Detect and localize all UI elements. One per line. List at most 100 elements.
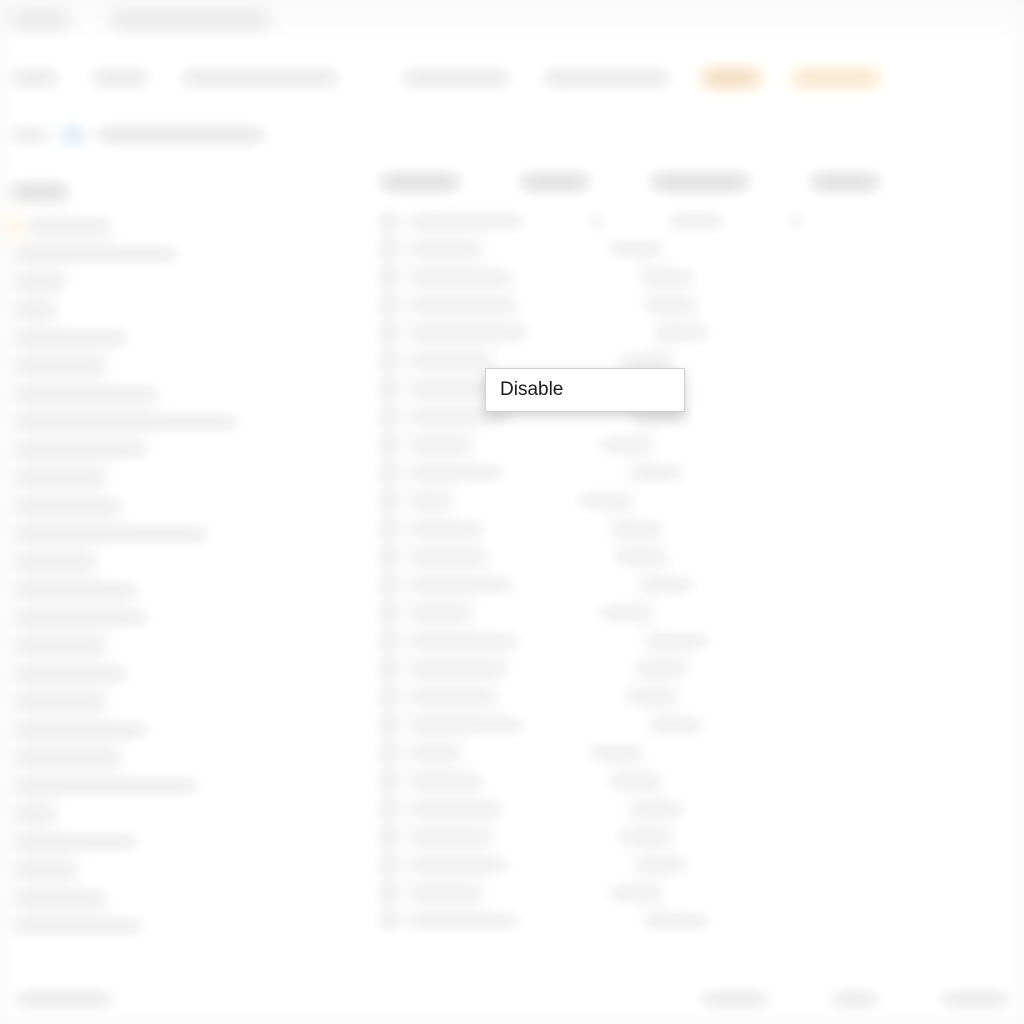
status-right1	[830, 993, 880, 1005]
sidebar-item-label	[10, 612, 150, 624]
sidebar-item[interactable]	[10, 553, 300, 571]
table-row[interactable]	[380, 295, 1024, 315]
row-icon	[380, 381, 396, 397]
sidebar-item[interactable]	[10, 273, 300, 291]
cell	[606, 775, 666, 787]
table-row[interactable]	[380, 715, 1024, 735]
table-row[interactable]	[380, 211, 1024, 231]
table-row[interactable]	[380, 491, 1024, 511]
sidebar-item[interactable]	[10, 217, 300, 235]
table-row[interactable]	[380, 239, 1024, 259]
table-row[interactable]	[380, 323, 1024, 343]
row-icon	[380, 437, 396, 453]
row-icon	[380, 241, 396, 257]
sidebar-item[interactable]	[10, 917, 300, 935]
cell	[406, 607, 476, 619]
sidebar-item-label	[10, 724, 150, 736]
table-row[interactable]	[380, 743, 1024, 763]
row-icon	[380, 633, 396, 649]
sidebar-item[interactable]	[10, 385, 300, 403]
cell	[616, 355, 676, 367]
cell	[606, 243, 666, 255]
toolbar-item[interactable]	[10, 69, 60, 87]
table-row[interactable]	[380, 771, 1024, 791]
cell	[576, 495, 636, 507]
sidebar-item-label	[10, 780, 200, 792]
cell	[596, 607, 656, 619]
active-marker-icon	[10, 218, 14, 234]
cell	[406, 243, 486, 255]
sidebar-item[interactable]	[10, 469, 300, 487]
sidebar-item[interactable]	[10, 525, 300, 543]
sidebar-item[interactable]	[10, 301, 300, 319]
column-header[interactable]	[520, 175, 590, 189]
cell	[406, 439, 476, 451]
toolbar-item[interactable]	[541, 69, 671, 87]
row-icon	[380, 297, 396, 313]
breadcrumb-segment[interactable]	[10, 129, 50, 141]
cell	[646, 719, 706, 731]
sidebar-item[interactable]	[10, 581, 300, 599]
cell	[406, 299, 521, 311]
sidebar-item[interactable]	[10, 749, 300, 767]
sidebar-item-label	[10, 640, 110, 652]
row-icon	[380, 325, 396, 341]
sidebar-item[interactable]	[10, 889, 300, 907]
table-row[interactable]	[380, 547, 1024, 567]
sidebar-item[interactable]	[10, 609, 300, 627]
toolbar-item[interactable]	[90, 69, 150, 87]
table-row[interactable]	[380, 435, 1024, 455]
table-row[interactable]	[380, 351, 1024, 371]
context-menu-item-disable[interactable]: Disable	[486, 371, 684, 409]
sidebar-item[interactable]	[10, 357, 300, 375]
cell	[406, 355, 496, 367]
table-row[interactable]	[380, 855, 1024, 875]
sidebar-header	[10, 185, 70, 199]
table-row[interactable]	[380, 267, 1024, 287]
sidebar-item[interactable]	[10, 721, 300, 739]
sidebar-item[interactable]	[10, 693, 300, 711]
sidebar-item-label	[10, 696, 110, 708]
table-row[interactable]	[380, 827, 1024, 847]
table-row[interactable]	[380, 883, 1024, 903]
table-row[interactable]	[380, 407, 1024, 427]
table-row[interactable]	[380, 911, 1024, 931]
column-header[interactable]	[810, 175, 880, 189]
sidebar-item[interactable]	[10, 805, 300, 823]
column-header[interactable]	[650, 175, 750, 189]
table-row[interactable]	[380, 799, 1024, 819]
toolbar-item[interactable]	[180, 69, 340, 87]
sidebar-item[interactable]	[10, 413, 300, 431]
table-row[interactable]	[380, 687, 1024, 707]
context-menu: Disable	[485, 368, 685, 412]
toolbar-item[interactable]	[791, 69, 881, 87]
sidebar-item[interactable]	[10, 861, 300, 879]
sidebar-item[interactable]	[10, 441, 300, 459]
sidebar-item[interactable]	[10, 329, 300, 347]
table-row[interactable]	[380, 603, 1024, 623]
sidebar-item[interactable]	[10, 637, 300, 655]
sidebar-item[interactable]	[10, 665, 300, 683]
sidebar-item-label	[10, 752, 125, 764]
toolbar-item[interactable]	[401, 69, 511, 87]
sidebar-item[interactable]	[10, 833, 300, 851]
sidebar-item[interactable]	[10, 497, 300, 515]
sidebar-item[interactable]	[10, 245, 300, 263]
sidebar-item-label	[10, 584, 140, 596]
row-icon	[380, 913, 396, 929]
table-row[interactable]	[380, 575, 1024, 595]
toolbar-item[interactable]	[701, 69, 761, 87]
window-titlebar	[0, 0, 1024, 40]
sidebar-item[interactable]	[10, 777, 300, 795]
table-row[interactable]	[380, 519, 1024, 539]
column-header[interactable]	[380, 175, 460, 189]
table-row[interactable]	[380, 659, 1024, 679]
breadcrumb-text[interactable]	[96, 128, 266, 142]
table-row[interactable]	[380, 379, 1024, 399]
table-row[interactable]	[380, 463, 1024, 483]
sidebar-item-label	[10, 500, 125, 512]
table-row[interactable]	[380, 631, 1024, 651]
cell	[406, 215, 526, 227]
cell	[406, 411, 511, 423]
sidebar-item-label	[10, 528, 210, 540]
